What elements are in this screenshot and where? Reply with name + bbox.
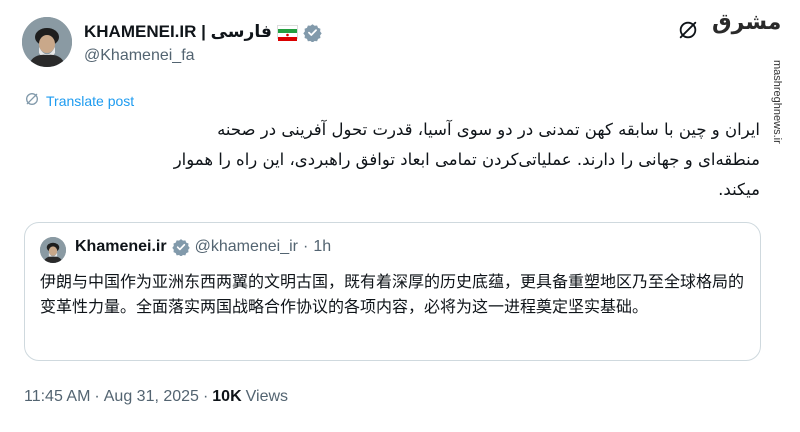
author-name[interactable]: KHAMENEI.IR | فارسی [84, 22, 272, 42]
quoted-separator: · [303, 238, 309, 255]
tweet-text: ایران و چین با سابقه کهن تمدنی در دو سوی… [173, 120, 760, 199]
views-count: 10K [212, 388, 242, 405]
quoted-author-name: Khamenei.ir [75, 238, 167, 255]
quoted-verified-badge-icon [171, 238, 190, 256]
meta-separator: · [94, 388, 100, 405]
meta-separator: · [202, 388, 209, 405]
quoted-avatar-portrait-icon [40, 237, 66, 263]
grok-icon[interactable] [677, 19, 699, 41]
quoted-post-header: Khamenei.ir @khamenei_ir · 1h [75, 238, 331, 256]
watermark-url: mashreghnews.ir [771, 60, 783, 144]
quoted-author-avatar [40, 237, 66, 263]
translate-post-label[interactable]: Translate post [46, 93, 134, 109]
author-name-row[interactable]: KHAMENEI.IR | فارسی [84, 20, 322, 44]
quoted-post-text: 伊朗与中国作为亚洲东西两翼的文明古国，既有着深厚的历史底蕴，更具备重塑地区乃至全… [40, 272, 745, 316]
quoted-post-card[interactable]: Khamenei.ir @khamenei_ir · 1h 伊朗与中国作为亚洲东… [24, 222, 761, 361]
quoted-author-handle: @khamenei_ir [194, 238, 298, 255]
author-handle[interactable]: @Khamenei_fa [84, 47, 195, 65]
watermark-logo: مشرق [712, 10, 782, 35]
post-time[interactable]: 11:45 AM [24, 388, 90, 406]
quoted-post-time: 1h [313, 238, 332, 255]
author-avatar[interactable] [22, 17, 72, 67]
post-meta-footer: 11:45 AM · Aug 31, 2025 · 10K Views [24, 388, 288, 406]
translate-post-link[interactable]: Translate post [24, 91, 134, 110]
translate-icon [24, 91, 40, 110]
verified-badge-icon [303, 23, 322, 43]
post-date[interactable]: Aug 31, 2025 [104, 388, 199, 406]
views-label: Views [245, 388, 289, 405]
avatar-portrait-icon [22, 17, 72, 67]
iran-flag-icon [276, 25, 298, 41]
